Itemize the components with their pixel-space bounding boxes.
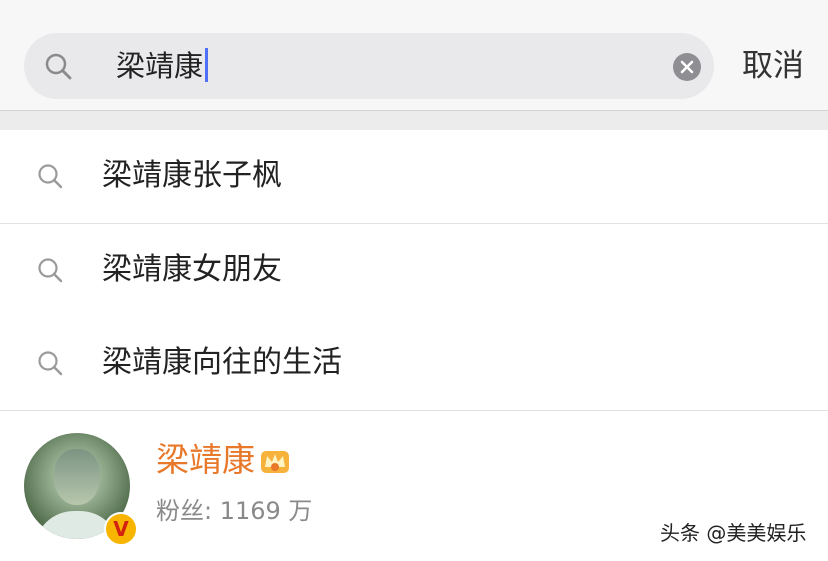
suggestion-item[interactable]: 梁靖康女朋友: [0, 224, 828, 318]
verified-badge: V: [104, 512, 138, 546]
search-query-text: 梁靖康: [116, 49, 204, 83]
search-box[interactable]: 梁靖康: [24, 33, 714, 99]
avatar-face: [54, 449, 100, 505]
search-icon: [38, 164, 63, 189]
cancel-button[interactable]: 取消: [742, 44, 804, 88]
suggestion-text: 梁靖康张子枫: [102, 158, 282, 193]
suggestion-item[interactable]: 梁靖康张子枫: [0, 130, 828, 224]
watermark: 头条 @美美娱乐: [660, 521, 807, 545]
search-icon: [38, 258, 63, 283]
search-input[interactable]: 梁靖康: [116, 47, 209, 85]
text-caret: [205, 48, 209, 82]
section-divider: [0, 110, 828, 130]
suggestion-text: 梁靖康女朋友: [102, 252, 282, 287]
clear-button[interactable]: [673, 53, 701, 81]
clear-icon: [680, 60, 694, 74]
search-icon: [38, 351, 63, 376]
fans-count: 粉丝: 1169 万: [156, 497, 313, 525]
user-name: 梁靖康: [156, 440, 255, 479]
search-header: 梁靖康 取消: [0, 0, 828, 110]
search-icon: [45, 53, 72, 80]
suggestion-text: 梁靖康向往的生活: [102, 345, 342, 380]
suggestion-item[interactable]: 梁靖康向往的生活: [0, 317, 828, 411]
crown-icon: [261, 451, 289, 473]
